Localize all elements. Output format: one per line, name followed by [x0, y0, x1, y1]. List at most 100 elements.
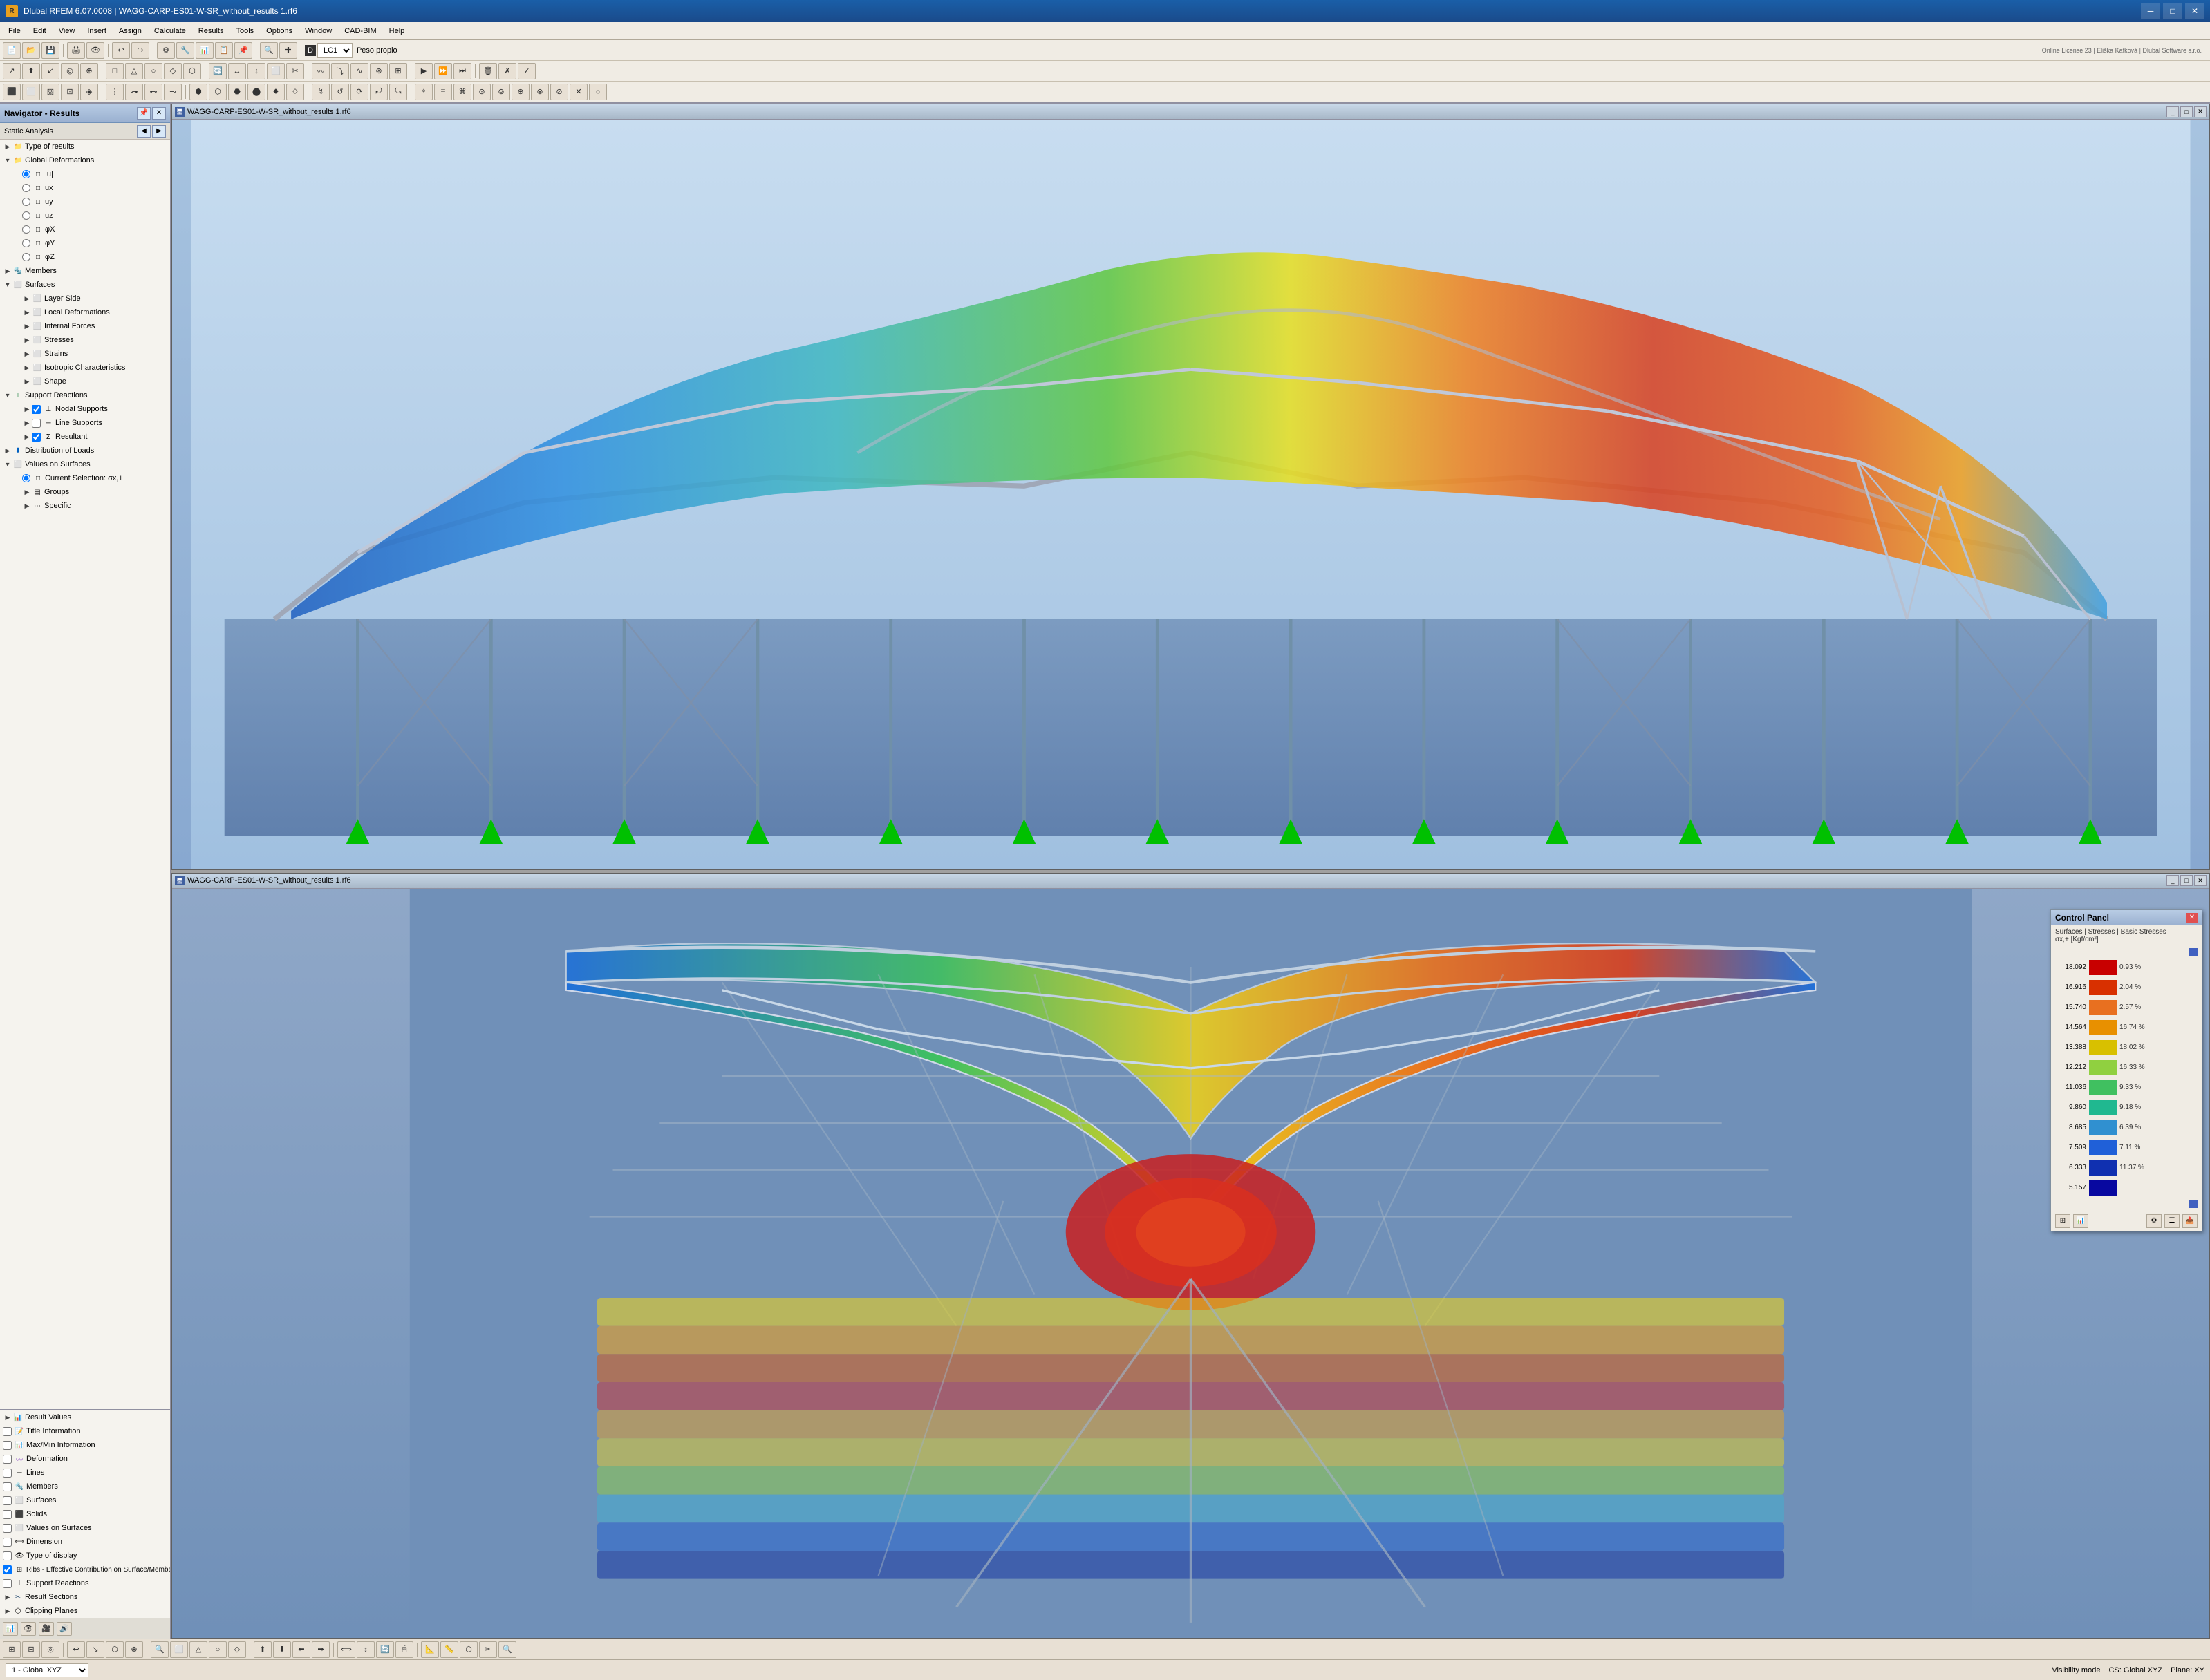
expand-icon[interactable]: ▼ [3, 460, 12, 469]
tb-btn-4[interactable]: 📋 [215, 42, 233, 59]
view-tb-17[interactable]: ⟺ [337, 1641, 355, 1658]
expand-icon[interactable]: ▶ [22, 418, 32, 428]
top-view-canvas[interactable] [172, 120, 2209, 869]
tb2-btn-26[interactable]: ✓ [518, 63, 536, 79]
surfaces-b-checkbox[interactable] [3, 1496, 12, 1505]
tb2-btn-19[interactable]: ⊛ [370, 63, 388, 79]
menu-file[interactable]: File [3, 26, 26, 37]
view-tb-25[interactable]: 🔍 [498, 1641, 516, 1658]
cp-table-icon[interactable]: ⊞ [2055, 1214, 2070, 1228]
coord-system-dropdown[interactable]: 1 - Global XYZ [6, 1663, 88, 1677]
redo-button[interactable]: ↪ [131, 42, 149, 59]
new-button[interactable]: 📄 [3, 42, 21, 59]
view-tb-22[interactable]: 📏 [440, 1641, 458, 1658]
tb3-btn-29[interactable]: ✕ [570, 84, 588, 100]
undo-button[interactable]: ↩ [112, 42, 130, 59]
tree-item-qz[interactable]: □ φZ [0, 250, 170, 264]
tb3-btn-30[interactable]: ◌ [589, 84, 607, 100]
tb3-btn-11[interactable]: ⬡ [209, 84, 227, 100]
tb2-btn-1[interactable]: ↗ [3, 63, 21, 79]
tree-item-max-min-information[interactable]: 📊 Max/Min Information [0, 1438, 170, 1452]
tb2-btn-2[interactable]: ⬆ [22, 63, 40, 79]
tree-item-global-deformations[interactable]: ▼ 📁 Global Deformations [0, 153, 170, 167]
tree-item-result-sections[interactable]: ▶ ✂ Result Sections [0, 1590, 170, 1604]
qy-radio[interactable] [22, 239, 30, 247]
menu-results[interactable]: Results [193, 26, 230, 37]
nav-prev-button[interactable]: ◀ [137, 125, 151, 138]
nav-close-button[interactable]: ✕ [152, 107, 166, 120]
tb3-btn-26[interactable]: ⊕ [512, 84, 530, 100]
view-tb-8[interactable]: 🔍 [151, 1641, 169, 1658]
tree-item-qx[interactable]: □ φX [0, 223, 170, 236]
expand-icon[interactable]: ▶ [3, 142, 12, 151]
tb2-btn-20[interactable]: ⊞ [389, 63, 407, 79]
tb3-btn-28[interactable]: ⊘ [550, 84, 568, 100]
nav-footer-btn-1[interactable]: 📊 [3, 1622, 18, 1636]
cp-chart-icon[interactable]: 📊 [2073, 1214, 2088, 1228]
view-min-button[interactable]: _ [2166, 106, 2179, 117]
menu-tools[interactable]: Tools [230, 26, 259, 37]
expand-icon[interactable]: ▶ [22, 432, 32, 442]
tree-item-current-selection[interactable]: □ Current Selection: σx,+ [0, 471, 170, 485]
tree-item-support-reactions-b[interactable]: ⊥ Support Reactions [0, 1576, 170, 1590]
tb3-btn-7[interactable]: ⊶ [125, 84, 143, 100]
max-min-checkbox[interactable] [3, 1441, 12, 1450]
tree-item-type-of-display[interactable]: 👁 Type of display [0, 1549, 170, 1563]
tb2-btn-24[interactable]: 🗑 [479, 63, 497, 79]
tree-item-members[interactable]: ▶ 🔩 Members [0, 264, 170, 278]
tree-item-solids[interactable]: ⬛ Solids [0, 1507, 170, 1521]
nav-nav-buttons[interactable]: ◀ ▶ [137, 125, 166, 138]
tb3-btn-22[interactable]: ⌗ [434, 84, 452, 100]
view-tb-11[interactable]: ○ [209, 1641, 227, 1658]
tree-item-deformation[interactable]: 〰 Deformation [0, 1452, 170, 1466]
view-max-button[interactable]: □ [2180, 106, 2193, 117]
tree-item-isotropic[interactable]: ▶ ⬜ Isotropic Characteristics [0, 361, 170, 375]
expand-icon[interactable]: ▶ [22, 321, 32, 331]
tree-item-result-values[interactable]: ▶ 📊 Result Values [0, 1410, 170, 1424]
tb-btn-1[interactable]: ⚙ [157, 42, 175, 59]
tb2-btn-22[interactable]: ⏩ [434, 63, 452, 79]
tree-item-values-on-surfaces[interactable]: ▼ ⬜ Values on Surfaces [0, 457, 170, 471]
view-tb-6[interactable]: ⬡ [106, 1641, 124, 1658]
tb2-btn-17[interactable]: ⤵ [331, 63, 349, 79]
expand-icon[interactable]: ▼ [3, 390, 12, 400]
tree-item-type-of-results[interactable]: ▶ 📁 Type of results [0, 140, 170, 153]
expand-icon[interactable]: ▶ [22, 487, 32, 497]
tb3-btn-18[interactable]: ⟳ [350, 84, 368, 100]
tb2-btn-10[interactable]: ⬡ [183, 63, 201, 79]
menu-view[interactable]: View [53, 26, 81, 37]
tree-item-title-information[interactable]: 📝 Title Information [0, 1424, 170, 1438]
tree-item-surfaces-b[interactable]: ⬜ Surfaces [0, 1493, 170, 1507]
tb3-btn-27[interactable]: ⊗ [531, 84, 549, 100]
tree-item-groups[interactable]: ▶ ▤ Groups [0, 485, 170, 499]
save-button[interactable]: 💾 [41, 42, 59, 59]
open-button[interactable]: 📂 [22, 42, 40, 59]
cp-footer-left[interactable]: ⊞ 📊 [2055, 1214, 2088, 1228]
cp-export-icon[interactable]: 📤 [2182, 1214, 2198, 1228]
current-selection-radio[interactable] [22, 474, 30, 482]
tb3-btn-2[interactable]: ⬜ [22, 84, 40, 100]
navigator-header-buttons[interactable]: 📌 ✕ [137, 107, 166, 120]
members-b-checkbox[interactable] [3, 1482, 12, 1491]
tree-item-dimension[interactable]: ⟺ Dimension [0, 1535, 170, 1549]
lc-dropdown[interactable]: LC1 [317, 43, 353, 58]
tree-item-ux[interactable]: □ ux [0, 181, 170, 195]
expand-icon[interactable]: ▶ [3, 266, 12, 276]
tb-btn-3[interactable]: 📊 [196, 42, 214, 59]
tb-btn-6[interactable]: 🔍 [260, 42, 278, 59]
tb2-btn-21[interactable]: ▶ [415, 63, 433, 79]
tb3-btn-21[interactable]: ⌖ [415, 84, 433, 100]
maximize-button[interactable]: □ [2163, 3, 2182, 19]
tb2-btn-3[interactable]: ↙ [41, 63, 59, 79]
tb2-btn-16[interactable]: 〰 [312, 63, 330, 79]
tb2-btn-25[interactable]: ✗ [498, 63, 516, 79]
title-information-checkbox[interactable] [3, 1427, 12, 1436]
view-tb-4[interactable]: ↩ [67, 1641, 85, 1658]
tree-item-stresses[interactable]: ▶ ⬜ Stresses [0, 333, 170, 347]
tree-item-uy[interactable]: □ uy [0, 195, 170, 209]
tb3-btn-10[interactable]: ⬢ [189, 84, 207, 100]
expand-icon[interactable]: ▶ [22, 363, 32, 372]
top-view-controls[interactable]: _ □ ✕ [2166, 106, 2207, 117]
tb2-btn-6[interactable]: □ [106, 63, 124, 79]
view2-min-button[interactable]: _ [2166, 875, 2179, 886]
